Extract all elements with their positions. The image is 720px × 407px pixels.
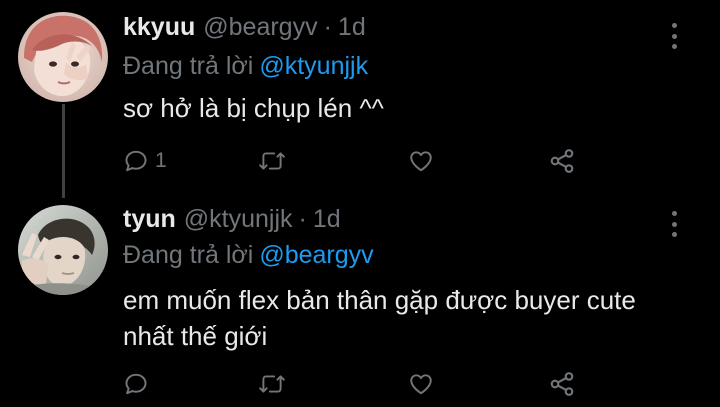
share-icon — [550, 372, 574, 396]
replying-to-label: Đang trả lời — [123, 52, 254, 80]
tweet-actions: 1 — [123, 143, 603, 179]
more-vertical-icon — [671, 221, 677, 227]
more-options-button[interactable] — [664, 21, 684, 51]
more-options-button[interactable] — [664, 209, 684, 239]
tweet-header: tyun @ktyunjjk · 1d — [123, 205, 341, 239]
replying-to-label: Đang trả lời — [123, 241, 254, 269]
tweet-text: em muốn flex bản thân gặp được buyer cut… — [123, 285, 636, 351]
display-name[interactable]: tyun — [123, 205, 176, 234]
share-button[interactable] — [548, 366, 576, 402]
reply-button[interactable]: 1 — [123, 143, 167, 179]
separator-dot: · — [298, 205, 307, 233]
separator-dot: · — [323, 13, 332, 41]
user-handle[interactable]: @ktyunjjk — [184, 205, 293, 234]
like-button[interactable] — [408, 143, 440, 179]
tweet[interactable]: tyun @ktyunjjk · 1d Đang trả lời @beargyv… — [0, 200, 720, 407]
replying-to-mention[interactable]: @beargyv — [259, 241, 373, 269]
avatar[interactable] — [18, 205, 108, 295]
more-vertical-icon — [671, 23, 677, 28]
reply-icon — [125, 150, 147, 172]
display-name[interactable]: kkyuu — [123, 13, 195, 42]
more-vertical-icon — [671, 232, 677, 237]
like-button[interactable] — [408, 366, 440, 402]
tweet-text: sơ hở là bị chụp lén ^^ — [123, 93, 384, 123]
more-vertical-icon — [671, 33, 677, 39]
retweet-button[interactable] — [258, 143, 292, 179]
timestamp[interactable]: 1d — [313, 205, 341, 234]
replying-to: Đang trả lời @beargyv — [123, 241, 374, 270]
tweet[interactable]: kkyuu @beargyv · 1d Đang trả lời @ktyunjj… — [0, 0, 720, 200]
reply-icon — [125, 373, 147, 395]
heart-icon — [410, 151, 432, 172]
replying-to: Đang trả lời @ktyunjjk — [123, 52, 368, 81]
share-icon — [550, 149, 574, 173]
avatar[interactable] — [18, 12, 108, 102]
tweet-header: kkyuu @beargyv · 1d — [123, 13, 366, 47]
retweet-icon — [259, 152, 285, 170]
tweet-actions — [123, 366, 603, 402]
heart-icon — [410, 374, 432, 395]
retweet-icon — [259, 375, 285, 393]
reply-thread: kkyuu @beargyv · 1d Đang trả lời @ktyunjj… — [0, 0, 720, 407]
user-handle[interactable]: @beargyv — [203, 13, 317, 42]
reply-count: 1 — [155, 149, 167, 172]
timestamp[interactable]: 1d — [338, 13, 366, 42]
more-vertical-icon — [671, 44, 677, 49]
share-button[interactable] — [548, 143, 576, 179]
more-vertical-icon — [671, 211, 677, 216]
reply-button[interactable] — [123, 366, 155, 402]
retweet-button[interactable] — [258, 366, 292, 402]
replying-to-mention[interactable]: @ktyunjjk — [259, 52, 368, 80]
